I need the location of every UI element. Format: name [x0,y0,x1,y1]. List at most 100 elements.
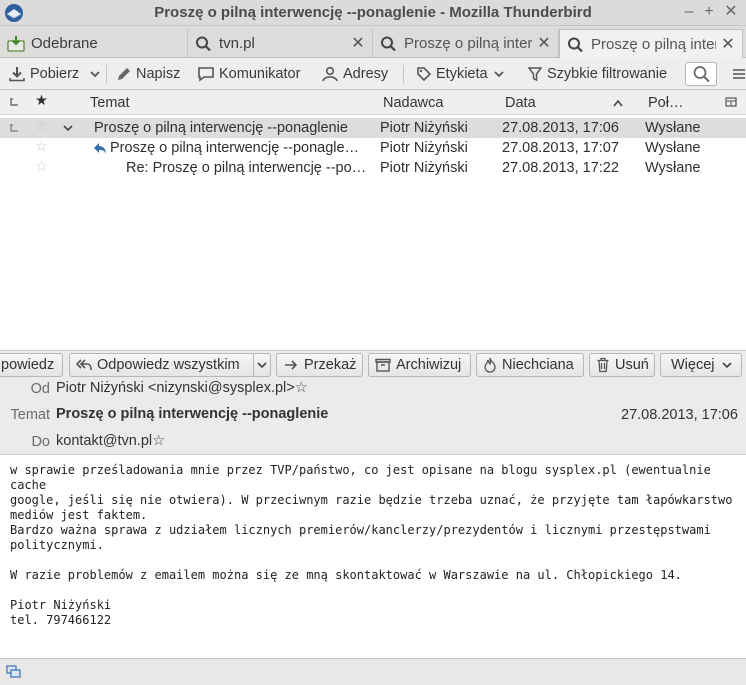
chevron-down-icon [90,71,100,78]
delete-button[interactable]: Usuń [589,353,655,377]
tab-label: Odebrane [31,35,98,52]
column-picker-icon[interactable] [725,97,739,109]
toolbar-separator [403,65,404,83]
online-status-icon[interactable] [6,665,22,679]
reply-all-label: Odpowiedz wszystkim [97,357,240,373]
close-tab-icon[interactable]: ✕ [720,36,736,53]
message-action-bar: powiedz Odpowiedz wszystkim Przekaż Arch… [0,351,746,379]
write-label: Napisz [136,66,181,82]
star-icon[interactable]: ☆ [35,159,48,175]
close-tab-icon[interactable]: ✕ [350,35,366,52]
thread-row[interactable]: ☆ Re: Proszę o pilną interwencję --po… P… [0,158,746,178]
from-value[interactable]: Piotr Niżyński <nizynski@sysplex.pl>☆ [56,380,308,396]
tab-search-ponaglenie-active[interactable]: Proszę o pilną interwencję --ponaglenie … [559,29,743,59]
column-sender[interactable]: Nadawca [383,95,443,111]
message-headers: Od Piotr Niżyński <nizynski@sysplex.pl>☆… [0,379,746,455]
contacts-icon [322,66,338,82]
reply-label: powiedz [1,357,55,373]
tab-inbox[interactable]: Odebrane [0,29,188,58]
thread-column-icon[interactable] [8,97,20,109]
flame-junk-icon [484,357,496,373]
get-mail-label: Pobierz [30,66,80,82]
download-icon [9,67,25,82]
forward-button[interactable]: Przekaż [276,353,363,377]
title-bar: Proszę o pilną interwencję --ponaglenie … [0,0,746,26]
to-value[interactable]: kontakt@tvn.pl☆ [56,433,165,449]
sort-ascending-icon [613,99,623,107]
thread-sender: Piotr Niżyński [380,140,468,156]
reply-all-dropdown[interactable] [253,354,270,376]
close-window-icon[interactable]: ✕ [722,3,740,21]
chat-label: Komunikator [219,66,301,82]
message-body: w sprawie prześladowania mnie przez TVP/… [0,455,746,658]
hamburger-menu-icon [733,69,745,79]
reply-all-button[interactable]: Odpowiedz wszystkim [69,353,271,377]
chevron-down-icon[interactable] [63,124,73,132]
more-button[interactable]: Więcej [660,353,742,377]
tab-label: tvn.pl [219,35,255,52]
thread-sender: Piotr Niżyński [380,120,468,136]
minimize-icon[interactable]: – [680,3,698,21]
star-icon[interactable]: ☆ [295,380,308,396]
status-bar [0,658,746,685]
thread-icon [10,124,18,132]
thread-row[interactable]: ☆ Proszę o pilną interwencję --ponagleni… [0,118,746,138]
to-address[interactable]: kontakt@tvn.pl [56,433,152,449]
main-toolbar: Pobierz Napisz Komunikator Adresy Etykie… [0,58,746,90]
quick-filter-button[interactable]: Szybkie filtrowanie [527,63,667,85]
tab-bar: Odebrane tvn.pl ✕ Proszę o pilną interwe… [0,26,746,59]
more-label: Więcej [671,357,715,373]
maximize-icon[interactable]: + [700,3,718,21]
column-subject[interactable]: Temat [90,95,130,111]
archive-box-icon [375,358,391,372]
address-book-label: Adresy [343,66,389,82]
from-address[interactable]: Piotr Niżyński <nizynski@sysplex.pl> [56,380,295,396]
tag-label: Etykieta [436,66,488,82]
thread-subject: Proszę o pilną interwencję --ponagle… [110,140,360,156]
column-date[interactable]: Data [505,95,536,111]
tag-button[interactable]: Etykieta [416,63,510,85]
search-icon [381,36,396,51]
thread-date: 27.08.2013, 17:06 [502,120,619,136]
archive-button[interactable]: Archiwizuj [368,353,471,377]
starred-column-icon[interactable]: ★ [35,93,48,109]
star-icon[interactable]: ☆ [152,433,165,449]
get-mail-button[interactable]: Pobierz [8,63,79,85]
subject-label: Temat [10,407,51,423]
write-button[interactable]: Napisz [116,63,180,85]
subject-value: Proszę o pilną interwencję --ponaglenie [56,406,329,422]
app-menu-button[interactable] [731,63,746,85]
chevron-down-icon [493,71,504,78]
thread-date: 27.08.2013, 17:22 [502,160,619,176]
forward-arrow-icon [285,360,298,370]
address-book-button[interactable]: Adresy [321,63,388,85]
reply-button[interactable]: powiedz [0,353,63,377]
thread-subject: Proszę o pilną interwencję --ponaglenie [94,120,348,136]
thread-account: Wysłane [645,140,701,156]
forward-label: Przekaż [304,357,357,373]
reply-all-icon [76,359,92,371]
tab-search-ponaglenie[interactable]: Proszę o pilną interwencję --ponaglenie … [373,29,559,58]
star-icon[interactable]: ☆ [35,119,48,135]
chat-button[interactable]: Komunikator [197,63,300,85]
tab-label: Proszę o pilną interwencję --ponaglenie [591,36,716,53]
thread-subject: Re: Proszę o pilną interwencję --po… [126,160,367,176]
thread-account: Wysłane [645,160,701,176]
thread-date: 27.08.2013, 17:07 [502,140,619,156]
message-date: 27.08.2013, 17:06 [621,407,738,423]
junk-button[interactable]: Niechciana [476,353,584,377]
star-icon[interactable]: ☆ [35,139,48,155]
tab-search-tvn[interactable]: tvn.pl ✕ [188,29,373,58]
close-tab-icon[interactable]: ✕ [536,35,552,52]
thread-list: ☆ Proszę o pilną interwencję --ponagleni… [0,115,746,350]
thread-account: Wysłane [645,120,701,136]
inbox-icon [7,35,25,52]
get-mail-dropdown[interactable] [88,63,106,85]
pencil-icon [118,68,130,80]
filter-funnel-icon [527,67,543,82]
window-title: Proszę o pilną interwencję --ponaglenie … [154,4,592,21]
search-input[interactable] [685,62,717,86]
toolbar-separator [106,65,107,83]
thread-row[interactable]: ☆ Proszę o pilną interwencję --ponagle… … [0,138,746,158]
column-account[interactable]: Poł… [648,95,683,111]
